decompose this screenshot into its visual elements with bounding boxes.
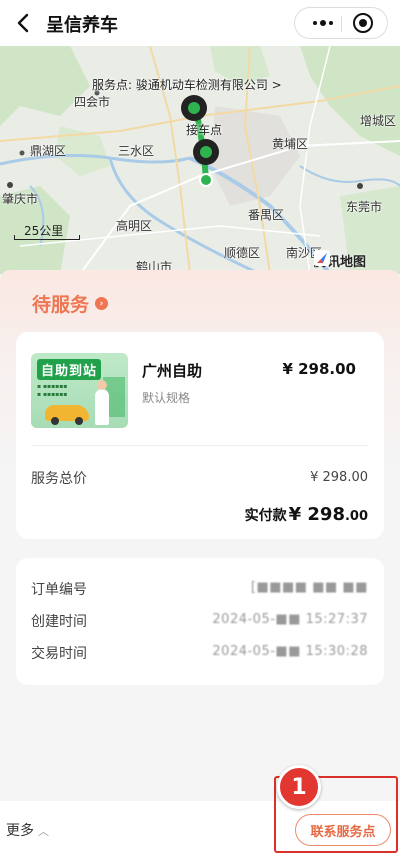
map-place-label: 鼎湖区 bbox=[30, 144, 67, 158]
created-time-value: 2024-05-■■ 15:27:37 bbox=[212, 612, 368, 627]
bottom-action-bar: 更多 ︿ 联系服务点 bbox=[0, 801, 400, 857]
total-price-label: 服务总价 bbox=[31, 471, 87, 487]
tencent-map-logo: 腾讯地图 bbox=[314, 250, 366, 270]
close-program-icon[interactable] bbox=[353, 13, 373, 33]
map-place-label: 黄埔区 bbox=[272, 137, 309, 151]
map-view[interactable]: 服务点: 骏通机动车检测有限公司 > 接车点 四会市 鼎湖区 三水区 肇庆市 高… bbox=[0, 46, 400, 274]
order-detail-sheet: 待服务 › 自助到站 ▪ ▪▪▪▪▪▪ ▪ ▪▪▪▪▪▪ 广州自助 ¥ 298.0… bbox=[0, 270, 400, 801]
title-bar: 呈信养车 bbox=[0, 0, 400, 46]
map-place-label: 高明区 bbox=[116, 219, 153, 233]
capsule-divider bbox=[341, 16, 342, 32]
more-menu-icon[interactable] bbox=[305, 8, 341, 38]
back-arrow-icon[interactable] bbox=[10, 9, 38, 37]
transaction-time-label: 交易时间 bbox=[31, 646, 87, 662]
page-title: 呈信养车 bbox=[46, 15, 118, 36]
map-place-label: 番禺区 bbox=[248, 208, 285, 222]
transaction-time-row: 交易时间 2024-05-■■ 15:30:28 bbox=[31, 643, 368, 665]
map-place-label: 三水区 bbox=[118, 144, 155, 158]
tencent-map-icon bbox=[314, 250, 330, 266]
paid-amount-label: 实付款 bbox=[244, 508, 287, 524]
pickup-point-label: 接车点 bbox=[186, 123, 223, 137]
service-spec: 默认规格 bbox=[142, 391, 191, 405]
service-point-label[interactable]: 服务点: 骏通机动车检测有限公司 > bbox=[92, 76, 282, 93]
created-time-label: 创建时间 bbox=[31, 614, 87, 630]
map-scale-bar: 25公里 bbox=[14, 222, 80, 240]
step-number-badge: 1 bbox=[277, 765, 321, 809]
order-number-value[interactable]: [■■■■ ■■ ■■ bbox=[251, 580, 368, 595]
map-place-label: 四会市 bbox=[74, 95, 111, 109]
order-number-label: 订单编号 bbox=[31, 582, 87, 598]
chevron-right-icon[interactable]: › bbox=[95, 297, 109, 310]
order-info-card: 订单编号 [■■■■ ■■ ■■ 创建时间 2024-05-■■ 15:27:3… bbox=[16, 558, 384, 685]
service-thumbnail[interactable]: 自助到站 ▪ ▪▪▪▪▪▪ ▪ ▪▪▪▪▪▪ bbox=[31, 353, 128, 428]
divider bbox=[31, 445, 369, 446]
more-button[interactable]: 更多 ︿ bbox=[6, 820, 49, 840]
order-status-label: 待服务 bbox=[32, 294, 90, 316]
thumbnail-title: 自助到站 bbox=[37, 359, 102, 380]
mini-program-capsule bbox=[294, 7, 388, 39]
map-place-label: 东莞市 bbox=[346, 200, 383, 214]
map-place-label: 增城区 bbox=[360, 114, 397, 128]
service-name: 广州自助 bbox=[142, 362, 203, 380]
order-item-card: 自助到站 ▪ ▪▪▪▪▪▪ ▪ ▪▪▪▪▪▪ 广州自助 ¥ 298.00 默认规格… bbox=[16, 332, 384, 539]
order-status[interactable]: 待服务 › bbox=[32, 290, 109, 317]
order-number-row: 订单编号 [■■■■ ■■ ■■ bbox=[31, 579, 368, 601]
service-price: ¥ 298.00 bbox=[282, 360, 356, 378]
total-price-value: ¥ 298.00 bbox=[310, 470, 368, 485]
map-place-label: 肇庆市 bbox=[2, 192, 39, 206]
transaction-time-value: 2024-05-■■ 15:30:28 bbox=[212, 644, 368, 659]
paid-amount-value: ¥ 298.00 bbox=[288, 504, 368, 525]
car-illustration bbox=[45, 405, 89, 425]
chevron-up-icon: ︿ bbox=[38, 825, 49, 838]
map-place-label: 顺德区 bbox=[224, 246, 261, 260]
paid-amount-row: 实付款 ¥ 298.00 bbox=[245, 504, 368, 525]
contact-service-point-button[interactable]: 联系服务点 bbox=[295, 814, 391, 846]
person-illustration bbox=[95, 380, 109, 425]
created-time-row: 创建时间 2024-05-■■ 15:27:37 bbox=[31, 611, 368, 633]
